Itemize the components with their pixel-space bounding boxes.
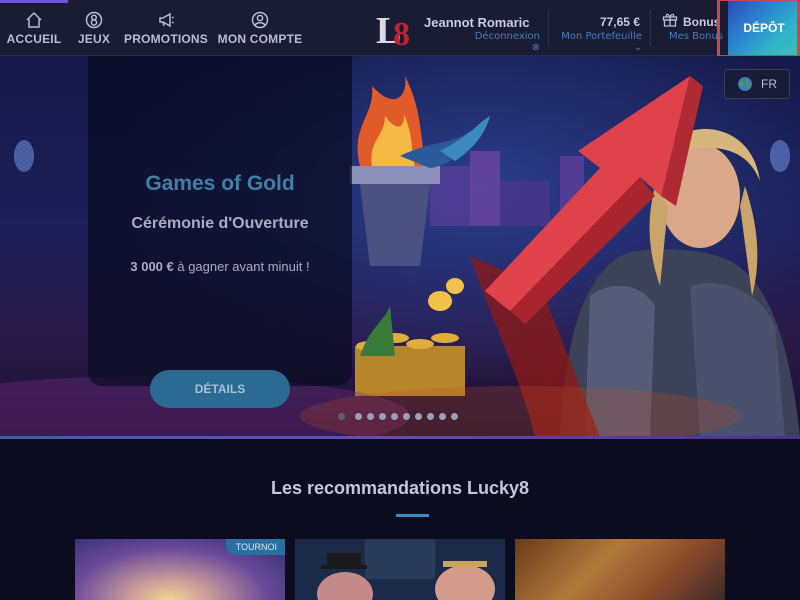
carousel-dot[interactable] — [427, 413, 434, 420]
svg-text:8: 8 — [393, 16, 410, 47]
carousel-dot[interactable] — [379, 413, 386, 420]
promo-title: Games of Gold — [145, 172, 295, 195]
nav-item-accueil[interactable]: ACCUEIL — [0, 0, 68, 56]
nav-label: PROMOTIONS — [124, 31, 209, 46]
lucky8-logo[interactable]: L 8 — [376, 7, 426, 47]
header-divider — [650, 10, 651, 46]
carousel-dot[interactable] — [439, 413, 446, 420]
header-divider — [548, 10, 549, 46]
logout-link[interactable]: Déconnexion ⊗ — [470, 31, 540, 53]
carousel-dot[interactable] — [403, 413, 410, 420]
promo-description: 3 000 € à gagner avant minuit ! — [88, 259, 352, 274]
hero-banner[interactable]: Games of Gold Cérémonie d'Ouverture 3 00… — [0, 56, 800, 437]
promo-subtitle: Cérémonie d'Ouverture — [131, 215, 309, 232]
bonus-label[interactable]: Bonus — [683, 15, 720, 29]
torch-flame — [350, 76, 440, 266]
carousel-dot[interactable] — [338, 413, 345, 420]
globe-icon — [738, 77, 752, 91]
hero-divider — [0, 436, 800, 439]
game-tile-2[interactable] — [295, 539, 505, 600]
carousel-pagination — [338, 413, 458, 420]
gold-coins — [355, 278, 465, 396]
tournament-badge: TOURNOI — [225, 539, 285, 555]
promo-description-rest: à gagner avant minuit ! — [173, 259, 310, 274]
game-thumbnail — [515, 539, 725, 600]
user-name: Jeannot Romaric — [424, 15, 530, 30]
nav-label: JEUX — [77, 31, 111, 46]
details-button[interactable]: DÉTAILS — [150, 370, 290, 408]
wallet-balance: 77,65 € — [599, 15, 640, 29]
carousel-dot[interactable] — [415, 413, 422, 420]
nav-label: MON COMPTE — [217, 31, 303, 46]
carousel-dot[interactable] — [391, 413, 398, 420]
wallet-dropdown[interactable]: Mon Portefeuille ⌄ — [556, 31, 642, 53]
recommendations-title: Les recommandations Lucky8 — [270, 478, 530, 498]
deposit-button[interactable]: DÉPÔT — [728, 0, 800, 56]
megaphone-icon — [159, 12, 174, 27]
language-selector[interactable]: FR — [724, 69, 790, 99]
home-icon — [26, 11, 42, 28]
game-tile-1[interactable]: TOURNOI — [75, 539, 285, 600]
game-thumbnail — [295, 539, 505, 600]
carousel-dot[interactable] — [451, 413, 458, 420]
lucky8-icon — [85, 11, 103, 28]
nav-item-promotions[interactable]: PROMOTIONS — [124, 0, 208, 56]
promo-amount: 3 000 € — [130, 259, 174, 274]
game-tile-3[interactable] — [515, 539, 725, 600]
title-underline — [396, 514, 429, 517]
language-code: FR — [761, 77, 777, 91]
nav-item-mon-compte[interactable]: MON COMPTE — [216, 0, 304, 56]
my-bonus-link[interactable]: Mes Bonus — [669, 31, 723, 42]
user-icon — [251, 11, 269, 28]
top-navigation-bar: ACCUEIL JEUX PROMOTIONS MON COMPTE L 8 J… — [0, 0, 800, 56]
nav-label: ACCUEIL — [6, 31, 62, 46]
carousel-dot[interactable] — [367, 413, 374, 420]
gift-icon — [662, 13, 678, 27]
carousel-dot[interactable] — [355, 413, 362, 420]
nav-item-jeux[interactable]: JEUX — [68, 0, 120, 56]
